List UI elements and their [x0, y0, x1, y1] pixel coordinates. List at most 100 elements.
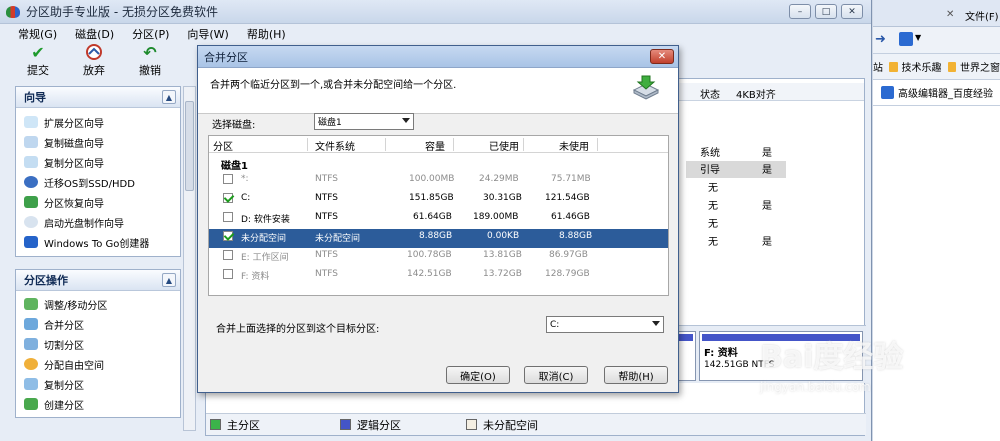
unallocated-swatch	[466, 419, 477, 430]
merge-target-select[interactable]: C:	[546, 316, 664, 333]
partition-checkbox[interactable]	[223, 212, 233, 222]
close-button[interactable]: ✕	[841, 4, 863, 19]
menu-wizard[interactable]: 向导(W)	[187, 26, 228, 42]
partition-row-f[interactable]: F: 资料 NTFS 142.51GB 13.72GB 128.79GB	[209, 267, 668, 286]
partition-checkbox[interactable]	[223, 193, 233, 203]
ok-button[interactable]: 确定(O)	[446, 366, 510, 384]
table-row[interactable]: 无是	[686, 197, 786, 214]
legend-unallocated: 未分配空间	[466, 417, 538, 433]
table-row[interactable]: 无	[686, 215, 786, 232]
menu-disk[interactable]: 磁盘(D)	[75, 26, 114, 42]
col-used: 已使用	[489, 142, 519, 153]
help-button[interactable]: 帮助(H)	[604, 366, 668, 384]
partition-row-d[interactable]: D: 软件安装 NTFS 61.64GB 189.00MB 61.46GB	[209, 210, 668, 229]
dialog-header: 合并两个临近分区到一个,或合并未分配空间给一个分区.	[198, 68, 678, 114]
bookmark-theworld[interactable]: 世界之窗	[960, 59, 1000, 74]
col-filesystem: 文件系统	[315, 142, 355, 153]
collapse-icon[interactable]: ▲	[162, 90, 176, 104]
partition-row-c[interactable]: C: NTFS 151.85GB 30.31GB 121.54GB	[209, 191, 668, 210]
sidebar-item-split[interactable]: 切割分区	[16, 334, 180, 354]
select-disk-label: 选择磁盘:	[212, 120, 256, 131]
app-titlebar: 分区助手专业版 - 无损分区免费软件 – □ ✕	[0, 0, 871, 24]
sidebar-item-copy-partition[interactable]: 复制分区向导	[16, 152, 180, 172]
sidebar: 向导 ▲ 扩展分区向导 复制磁盘向导 复制分区向导 迁移OS到SSD/HDD 分…	[15, 86, 181, 436]
paw-icon[interactable]	[899, 32, 913, 46]
table-row[interactable]: 引导是	[686, 161, 786, 178]
disk-select-value: 磁盘1	[318, 118, 342, 128]
sidebar-item-create[interactable]: 创建分区	[16, 394, 180, 414]
disk-select[interactable]: 磁盘1	[314, 113, 414, 130]
partition-table-header: 分区 文件系统 容量 已使用 未使用	[209, 136, 668, 153]
browser-tab[interactable]: 高级编辑器_百度经验	[873, 80, 1000, 106]
sidebar-item-migrate-os[interactable]: 迁移OS到SSD/HDD	[16, 172, 180, 192]
merge-disk-icon	[632, 74, 660, 100]
browser-titlebar: ✕ 文件(F)	[873, 0, 1000, 27]
partition-row-star[interactable]: *: NTFS 100.00MB 24.29MB 75.71MB	[209, 172, 668, 191]
operations-panel-title: 分区操作	[24, 274, 68, 287]
sidebar-item-copy-part[interactable]: 复制分区	[16, 374, 180, 394]
menu-partition[interactable]: 分区(P)	[132, 26, 169, 42]
wizard-panel-title: 向导	[24, 91, 46, 104]
bookmark-site[interactable]: 站	[873, 59, 883, 74]
window-controls: – □ ✕	[789, 4, 863, 19]
disk-f-size: 142.51GB NTFS	[704, 360, 775, 370]
browser-navbar: ➜ ▼	[873, 27, 1000, 54]
table-row[interactable]: 无	[686, 179, 786, 196]
menu-bar: 常规(G) 磁盘(D) 分区(P) 向导(W) 帮助(H)	[0, 24, 871, 43]
undo-label: 撤销	[139, 64, 161, 77]
col-status: 状态	[700, 90, 720, 101]
minimize-button[interactable]: –	[789, 4, 811, 19]
disk-partition-f[interactable]: F: 资料 142.51GB NTFS	[699, 331, 863, 381]
sidebar-item-allocate-free[interactable]: 分配自由空间	[16, 354, 180, 374]
sidebar-item-bootable-media[interactable]: 启动光盘制作向导	[16, 212, 180, 232]
partition-checkbox[interactable]	[223, 174, 233, 184]
table-row[interactable]: 无是	[686, 233, 786, 250]
submit-button[interactable]: ✔ 提交	[20, 43, 56, 78]
dialog-titlebar: 合并分区	[198, 46, 678, 68]
folder-icon	[947, 61, 956, 72]
bookmark-tech[interactable]: 技术乐趣	[902, 59, 942, 74]
undo-icon: ↶	[143, 42, 157, 62]
sidebar-item-copy-disk[interactable]: 复制磁盘向导	[16, 132, 180, 152]
app-logo-icon	[6, 5, 20, 18]
cancel-button[interactable]: 取消(C)	[524, 366, 588, 384]
maximize-button[interactable]: □	[815, 4, 837, 19]
partition-checkbox[interactable]	[223, 250, 233, 260]
sidebar-item-resize-move[interactable]: 调整/移动分区	[16, 294, 180, 314]
forward-arrow-icon[interactable]: ➜	[875, 32, 886, 47]
browser-file-menu[interactable]: 文件(F)	[965, 8, 999, 23]
partition-row-unallocated[interactable]: 未分配空间 未分配空间 8.88GB 0.00KB 8.88GB	[209, 229, 668, 248]
menu-general[interactable]: 常规(G)	[18, 26, 57, 42]
operations-panel-header: 分区操作 ▲	[16, 270, 180, 291]
partition-checkbox[interactable]	[223, 269, 233, 279]
legend-logical: 逻辑分区	[340, 417, 466, 433]
sidebar-item-merge[interactable]: 合并分区	[16, 314, 180, 334]
sidebar-item-extend-wizard[interactable]: 扩展分区向导	[16, 112, 180, 132]
discard-button[interactable]: 放弃	[76, 43, 112, 78]
dialog-close-button[interactable]: ✕	[650, 49, 674, 64]
copy-partition-icon	[24, 156, 38, 168]
paw-icon	[881, 86, 894, 99]
browser-close-icon[interactable]: ✕	[946, 9, 954, 20]
legend-primary: 主分区	[210, 417, 340, 433]
scroll-thumb[interactable]	[185, 101, 194, 191]
sidebar-scrollbar[interactable]	[183, 86, 196, 431]
disk-partition-block[interactable]	[676, 331, 696, 381]
collapse-icon[interactable]: ▲	[162, 273, 176, 287]
merge-icon	[24, 318, 38, 330]
app-title: 分区助手专业版 - 无损分区免费软件	[26, 5, 218, 19]
menu-help[interactable]: 帮助(H)	[247, 26, 286, 42]
col-4k-aligned: 4KB对齐	[736, 90, 776, 101]
merge-target-value: C:	[550, 319, 560, 330]
partition-row-e[interactable]: E: 工作区间 NTFS 100.78GB 13.81GB 86.97GB	[209, 248, 668, 267]
col-capacity: 容量	[425, 142, 445, 153]
table-row[interactable]: 系统是	[686, 144, 786, 161]
partition-checkbox[interactable]	[223, 231, 233, 241]
legend: 主分区 逻辑分区 未分配空间	[206, 413, 866, 435]
chevron-down-icon	[652, 321, 660, 326]
sidebar-item-windows-to-go[interactable]: Windows To Go创建器	[16, 232, 180, 252]
windows-icon	[24, 236, 38, 248]
undo-button[interactable]: ↶ 撤销	[132, 43, 168, 78]
chevron-down-icon[interactable]: ▼	[915, 33, 921, 42]
sidebar-item-partition-recovery[interactable]: 分区恢复向导	[16, 192, 180, 212]
